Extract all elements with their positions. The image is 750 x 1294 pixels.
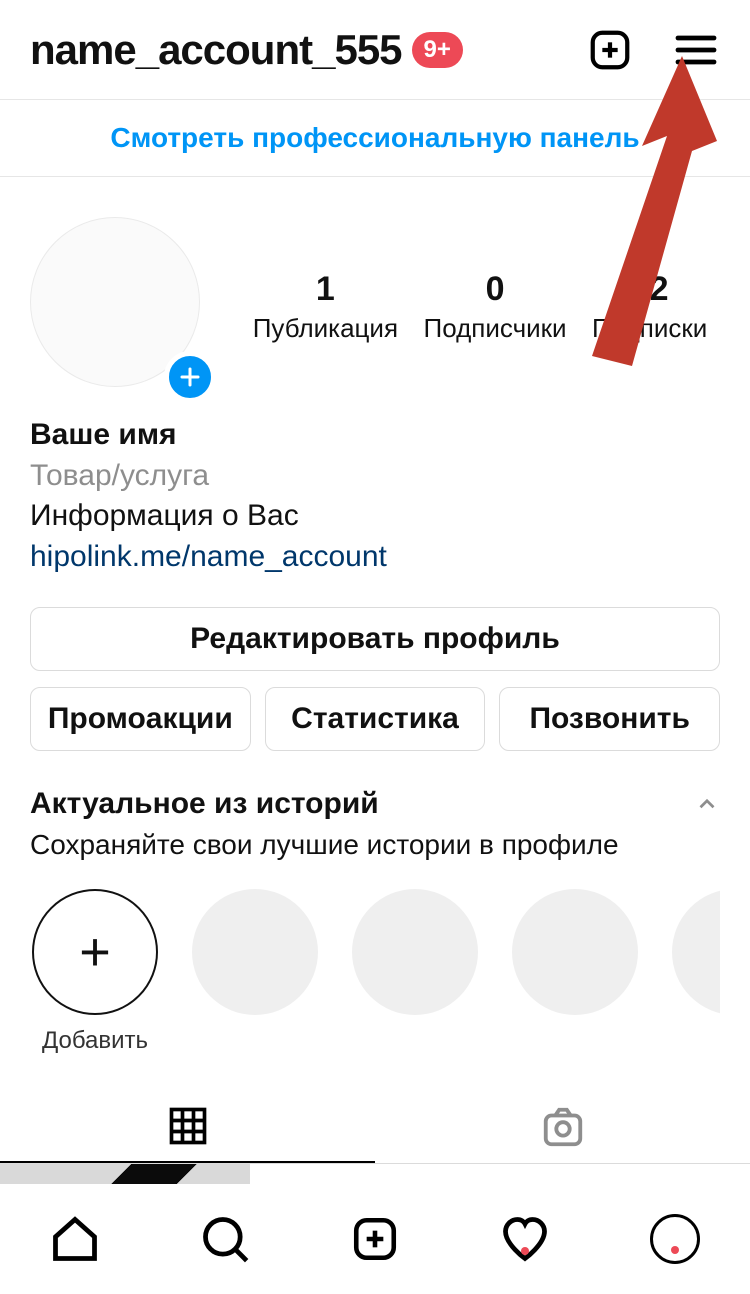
nav-profile[interactable]: [600, 1214, 750, 1264]
highlight-placeholder: [350, 889, 480, 1055]
professional-dashboard-link[interactable]: Смотреть профессиональную панель: [0, 100, 750, 177]
edit-profile-button[interactable]: Редактировать профиль: [30, 607, 720, 671]
posts-label: Публикация: [253, 313, 398, 344]
highlight-add-label: Добавить: [30, 1027, 160, 1055]
nav-activity[interactable]: [450, 1213, 600, 1265]
plus-square-icon: [350, 1214, 400, 1264]
menu-button[interactable]: [668, 22, 724, 78]
promotions-button[interactable]: Промоакции: [30, 687, 251, 751]
followers-label: Подписчики: [424, 313, 567, 344]
nav-search[interactable]: [150, 1213, 300, 1265]
notification-dot: [521, 1247, 529, 1255]
highlight-placeholder: [190, 889, 320, 1055]
highlight-placeholder: [510, 889, 640, 1055]
nav-home[interactable]: [0, 1213, 150, 1265]
heart-icon: [499, 1213, 551, 1265]
followers-count: 0: [424, 270, 567, 309]
followers-stat[interactable]: 0 Подписчики: [424, 270, 567, 344]
highlight-placeholder: [670, 889, 720, 1055]
following-stat[interactable]: 42 Подписки: [592, 270, 707, 344]
grid-icon: [166, 1104, 210, 1148]
notification-dot: [671, 1246, 679, 1254]
profile-avatar-icon: [650, 1214, 700, 1264]
hamburger-icon: [672, 26, 720, 74]
plus-square-icon: [587, 27, 633, 73]
posts-stat[interactable]: 1 Публикация: [253, 270, 398, 344]
display-name: Ваше имя: [30, 415, 720, 456]
tagged-icon: [540, 1104, 586, 1150]
search-icon: [199, 1213, 251, 1265]
plus-icon: [178, 365, 202, 389]
category-label: Товар/услуга: [30, 456, 720, 497]
tab-tagged[interactable]: [375, 1091, 750, 1163]
highlights-title: Актуальное из историй: [30, 787, 694, 821]
avatar[interactable]: [30, 217, 210, 397]
posts-count: 1: [253, 270, 398, 309]
home-icon: [49, 1213, 101, 1265]
highlights-subtitle: Сохраняйте свои лучшие истории в профиле: [30, 829, 720, 861]
bio-text: Информация о Вас: [30, 496, 720, 537]
following-label: Подписки: [592, 313, 707, 344]
call-button[interactable]: Позвонить: [499, 687, 720, 751]
nav-create[interactable]: [300, 1214, 450, 1264]
create-post-button[interactable]: [582, 22, 638, 78]
chevron-up-icon[interactable]: [694, 791, 720, 817]
username-label[interactable]: name_account_555: [30, 26, 402, 74]
notifications-badge: 9+: [412, 32, 463, 68]
plus-icon: +: [32, 889, 158, 1015]
following-count: 42: [592, 270, 707, 309]
insights-button[interactable]: Статистика: [265, 687, 486, 751]
add-story-badge[interactable]: [164, 351, 216, 403]
bio-link[interactable]: hipolink.me/name_account: [30, 537, 720, 578]
highlight-add[interactable]: + Добавить: [30, 889, 160, 1055]
tab-grid[interactable]: [0, 1091, 375, 1163]
